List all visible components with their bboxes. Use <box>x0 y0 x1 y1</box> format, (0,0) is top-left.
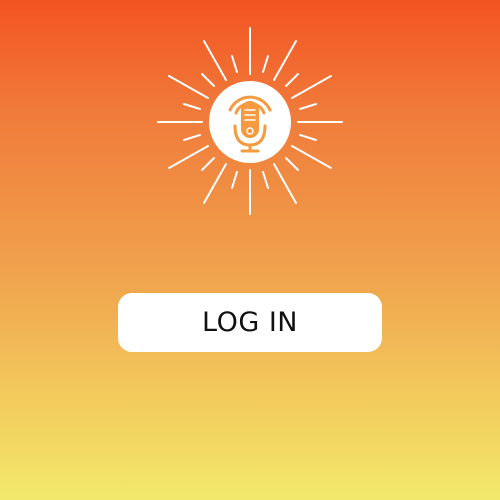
login-screen: LOG IN <box>0 0 500 500</box>
login-button-label: LOG IN <box>202 307 298 338</box>
podcast-logo <box>150 22 350 222</box>
login-button[interactable]: LOG IN <box>118 293 382 352</box>
podcast-microphone-sunburst-icon <box>157 27 343 215</box>
